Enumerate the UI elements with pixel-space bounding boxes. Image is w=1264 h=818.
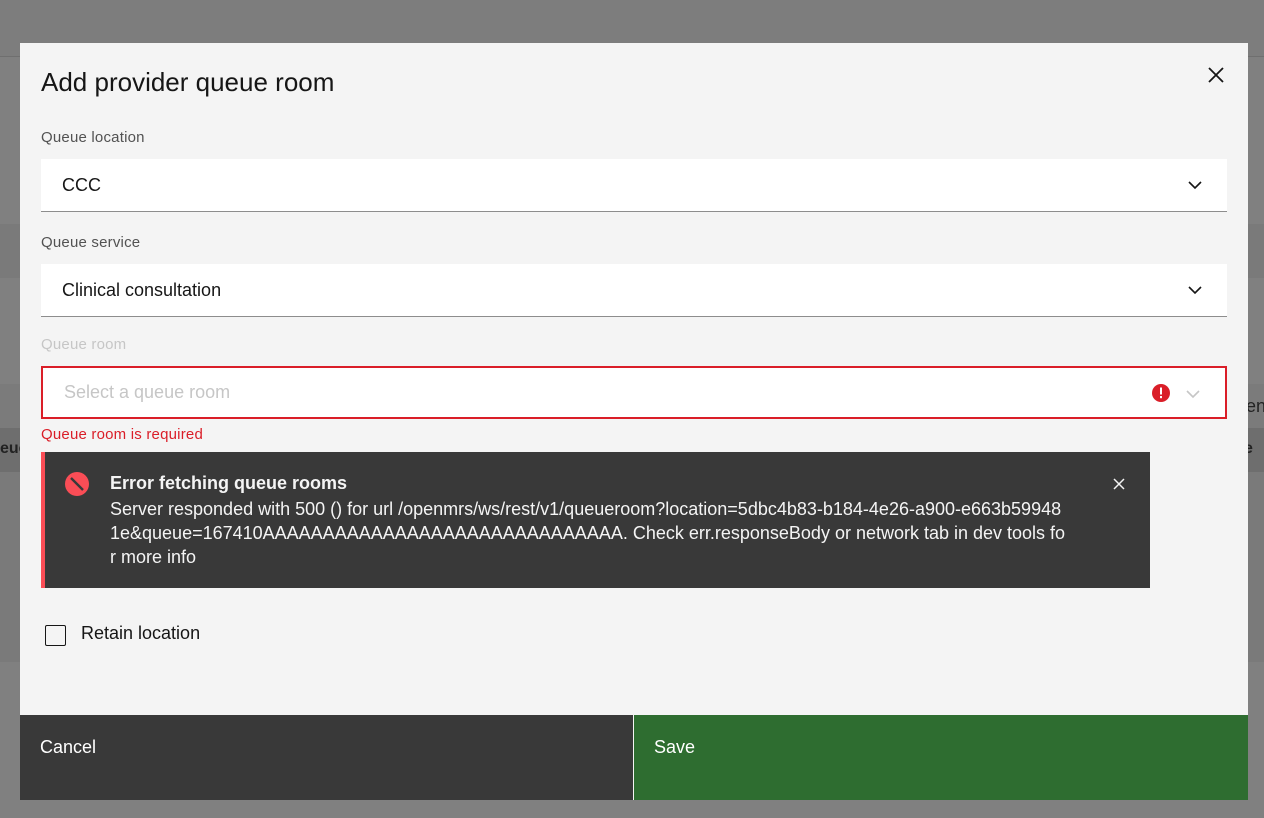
cancel-button[interactable]: Cancel [20, 715, 633, 800]
queue-room-select[interactable]: Select a queue room [41, 366, 1227, 419]
chevron-down-icon [1188, 286, 1202, 295]
warning-filled-icon [1152, 384, 1170, 402]
background-text: en [1246, 396, 1264, 416]
chevron-down-icon [1188, 181, 1202, 190]
queue-service-value: Clinical consultation [62, 279, 222, 300]
queue-room-placeholder: Select a queue room [64, 382, 231, 402]
queue-location-label: Queue location [41, 129, 145, 146]
queue-service-select[interactable]: Clinical consultation [41, 264, 1227, 317]
close-icon [1113, 478, 1125, 490]
chevron-down-icon [1186, 390, 1200, 399]
notification-title: Error fetching queue rooms [110, 473, 348, 493]
error-filled-icon [65, 472, 89, 496]
queue-service-label: Queue service [41, 234, 141, 251]
save-button[interactable]: Save [634, 715, 1248, 800]
queue-room-error: Queue room is required [41, 426, 203, 443]
queue-location-select[interactable]: CCC [41, 159, 1227, 212]
error-notification: Error fetching queue rooms Server respon… [41, 452, 1150, 588]
queue-room-label: Queue room [41, 336, 127, 353]
retain-location-label[interactable]: Retain location [81, 623, 200, 644]
add-queue-room-modal: Add provider queue room Queue location C… [20, 43, 1248, 800]
modal-title: Add provider queue room [41, 67, 335, 97]
retain-location-checkbox[interactable] [45, 625, 66, 646]
close-icon [1208, 67, 1224, 83]
notification-close-button[interactable] [1107, 472, 1131, 496]
queue-location-value: CCC [62, 174, 101, 195]
notification-body: Server responded with 500 () for url /op… [110, 499, 1066, 567]
close-button[interactable] [1200, 59, 1232, 91]
